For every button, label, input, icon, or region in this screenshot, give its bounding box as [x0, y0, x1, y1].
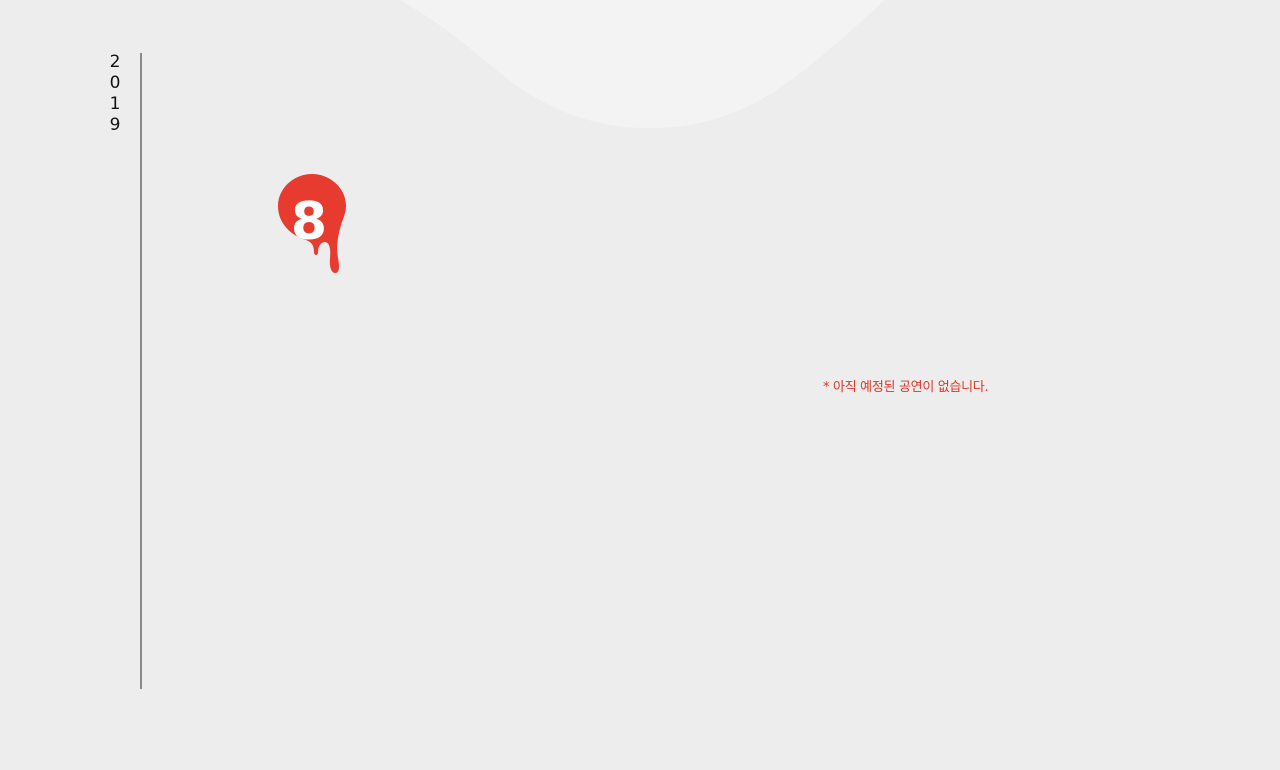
month-number: 8 — [291, 192, 327, 252]
year-digit: 2 — [109, 52, 121, 72]
year-digit: 0 — [109, 73, 121, 93]
month-badge: 8 — [278, 174, 346, 273]
year-digit: 9 — [109, 115, 121, 135]
timeline-line — [140, 53, 142, 689]
year-digit: 1 — [109, 94, 121, 114]
page: 2 0 1 9 8 * 아직 예정된 공연이 없습니다. — [0, 0, 1280, 770]
empty-schedule-notice: * 아직 예정된 공연이 없습니다. — [823, 380, 989, 395]
year-label: 2 0 1 9 — [104, 52, 126, 136]
top-wave-decoration — [400, 0, 885, 129]
